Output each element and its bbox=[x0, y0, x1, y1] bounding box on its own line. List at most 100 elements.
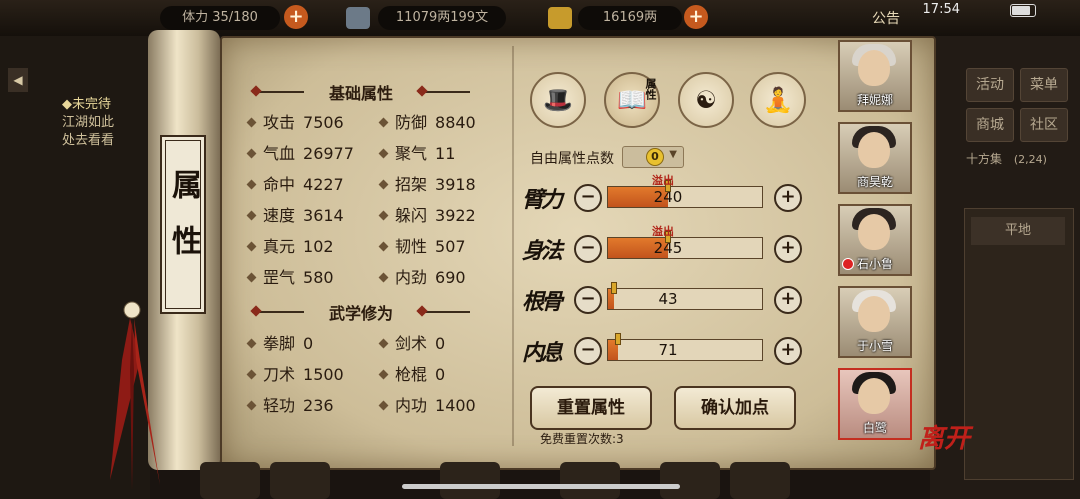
add-ingot-button[interactable]: + bbox=[684, 5, 708, 29]
character-name: 于小雪 bbox=[856, 339, 893, 353]
ornament-left bbox=[252, 311, 304, 313]
terrain-button[interactable]: 平地 bbox=[971, 217, 1065, 245]
attribute-name: 根骨 bbox=[522, 289, 563, 315]
character-card[interactable]: 拜妮娜 bbox=[838, 40, 912, 112]
martial-value: 0 bbox=[435, 334, 446, 353]
portrait-face bbox=[858, 132, 890, 168]
reset-attributes-button[interactable]: 重置属性 bbox=[530, 386, 652, 430]
stat-value: 11 bbox=[435, 144, 456, 163]
notice-button[interactable]: 公告 bbox=[872, 8, 900, 28]
battery-icon bbox=[1010, 4, 1036, 17]
martial-item: 剑术 0 bbox=[378, 333, 446, 355]
martial-item: 拳脚 0 bbox=[246, 333, 313, 355]
stat-value: 7506 bbox=[303, 113, 344, 132]
community-button[interactable]: 社区 bbox=[1020, 108, 1068, 142]
character-card[interactable]: 于小雪 bbox=[838, 286, 912, 358]
stat-name: 气血 bbox=[263, 144, 296, 163]
stat-name: 速度 bbox=[263, 206, 296, 225]
martial-name: 内功 bbox=[395, 396, 428, 415]
stamina-display: 体力 35/180 bbox=[160, 6, 280, 30]
diamond-icon bbox=[378, 179, 389, 190]
martial-value: 236 bbox=[303, 396, 334, 415]
martial-name: 拳脚 bbox=[263, 334, 296, 353]
stat-name: 躲闪 bbox=[395, 206, 428, 225]
diamond-icon bbox=[378, 241, 389, 252]
stat-item: 防御 8840 bbox=[378, 112, 476, 134]
bottom-tab[interactable] bbox=[440, 462, 500, 499]
collapse-arrow-icon[interactable]: ◀ bbox=[8, 68, 28, 92]
menu-button[interactable]: 菜单 bbox=[1020, 68, 1068, 102]
free-points-value: 0 bbox=[646, 148, 664, 166]
tab-bagua[interactable]: ☯ bbox=[678, 72, 734, 128]
shop-button[interactable]: 商城 bbox=[966, 108, 1014, 142]
diamond-icon bbox=[246, 117, 257, 128]
character-card[interactable]: 商昊乾 bbox=[838, 122, 912, 194]
ingot-text: 16169两 bbox=[602, 10, 658, 25]
martial-item: 轻功 236 bbox=[246, 395, 334, 417]
portrait-face bbox=[858, 296, 890, 332]
activity-button[interactable]: 活动 bbox=[966, 68, 1014, 102]
decrease-button[interactable]: − bbox=[574, 184, 602, 212]
bottom-tab[interactable] bbox=[660, 462, 720, 499]
increase-button[interactable]: + bbox=[774, 337, 802, 365]
increase-button[interactable]: + bbox=[774, 184, 802, 212]
section-basic-title: 基础属性 bbox=[328, 84, 393, 103]
tassel-decoration bbox=[110, 301, 160, 490]
stat-item: 罡气 580 bbox=[246, 267, 334, 289]
bottom-tab[interactable] bbox=[270, 462, 330, 499]
martial-item: 枪棍 0 bbox=[378, 364, 446, 386]
increase-button[interactable]: + bbox=[774, 286, 802, 314]
tab-meridians[interactable]: 🧘 bbox=[750, 72, 806, 128]
martial-value: 0 bbox=[435, 365, 446, 384]
martial-name: 刀术 bbox=[263, 365, 296, 384]
map-panel: 平地 bbox=[964, 208, 1074, 480]
leave-button[interactable]: 离开 bbox=[918, 418, 970, 455]
increase-button[interactable]: + bbox=[774, 235, 802, 263]
stat-value: 4227 bbox=[303, 175, 344, 194]
free-points-label: 自由属性点数 bbox=[530, 151, 614, 167]
attribute-name: 内息 bbox=[522, 340, 563, 366]
stat-name: 内劲 bbox=[395, 268, 428, 287]
martial-value: 1500 bbox=[303, 365, 344, 384]
location-coords: (2,24) bbox=[1013, 153, 1047, 166]
stat-name: 真元 bbox=[263, 237, 296, 256]
decrease-button[interactable]: − bbox=[574, 286, 602, 314]
stat-item: 速度 3614 bbox=[246, 205, 344, 227]
tab-attributes-label: 属性 bbox=[644, 78, 657, 100]
dropdown-arrow-icon: ▼ bbox=[669, 149, 677, 160]
diamond-icon bbox=[378, 117, 389, 128]
diamond-icon bbox=[246, 369, 257, 380]
tab-attributes[interactable]: 📖 属性 bbox=[604, 72, 660, 128]
stamina-text: 体力 35/180 bbox=[182, 10, 258, 25]
bottom-tab[interactable] bbox=[730, 462, 790, 499]
stat-name: 招架 bbox=[395, 175, 428, 194]
stat-name: 聚气 bbox=[395, 144, 428, 163]
stat-item: 聚气 11 bbox=[378, 143, 456, 165]
confirm-points-button[interactable]: 确认加点 bbox=[674, 386, 796, 430]
character-name: 白鹭 bbox=[862, 421, 887, 435]
martial-value: 1400 bbox=[435, 396, 476, 415]
ingot-icon bbox=[548, 7, 572, 29]
quest-tracker[interactable]: ◆未完待 江湖如此 处去看看 bbox=[62, 96, 114, 150]
overflow-label: 溢出 bbox=[652, 174, 674, 187]
decrease-button[interactable]: − bbox=[574, 235, 602, 263]
stat-value: 3918 bbox=[435, 175, 476, 194]
attribute-bar: 71 bbox=[607, 339, 763, 361]
bottom-tab[interactable] bbox=[560, 462, 620, 499]
bar-marker-icon bbox=[611, 282, 617, 294]
diamond-icon bbox=[378, 272, 389, 283]
diamond-icon bbox=[378, 148, 389, 159]
bottom-tab[interactable] bbox=[200, 462, 260, 499]
home-indicator[interactable] bbox=[402, 484, 680, 489]
stat-value: 690 bbox=[435, 268, 466, 287]
stat-name: 命中 bbox=[263, 175, 296, 194]
free-reset-count: 免费重置次数:3 bbox=[540, 432, 624, 446]
portrait-face bbox=[858, 378, 890, 414]
attribute-bar: 43 bbox=[607, 288, 763, 310]
decrease-button[interactable]: − bbox=[574, 337, 602, 365]
martial-name: 轻功 bbox=[263, 396, 296, 415]
tab-equipment[interactable]: 🎩 bbox=[530, 72, 586, 128]
character-card[interactable]: 白鹭 bbox=[838, 368, 912, 440]
character-card[interactable]: 石小鲁 bbox=[838, 204, 912, 276]
add-stamina-button[interactable]: + bbox=[284, 5, 308, 29]
